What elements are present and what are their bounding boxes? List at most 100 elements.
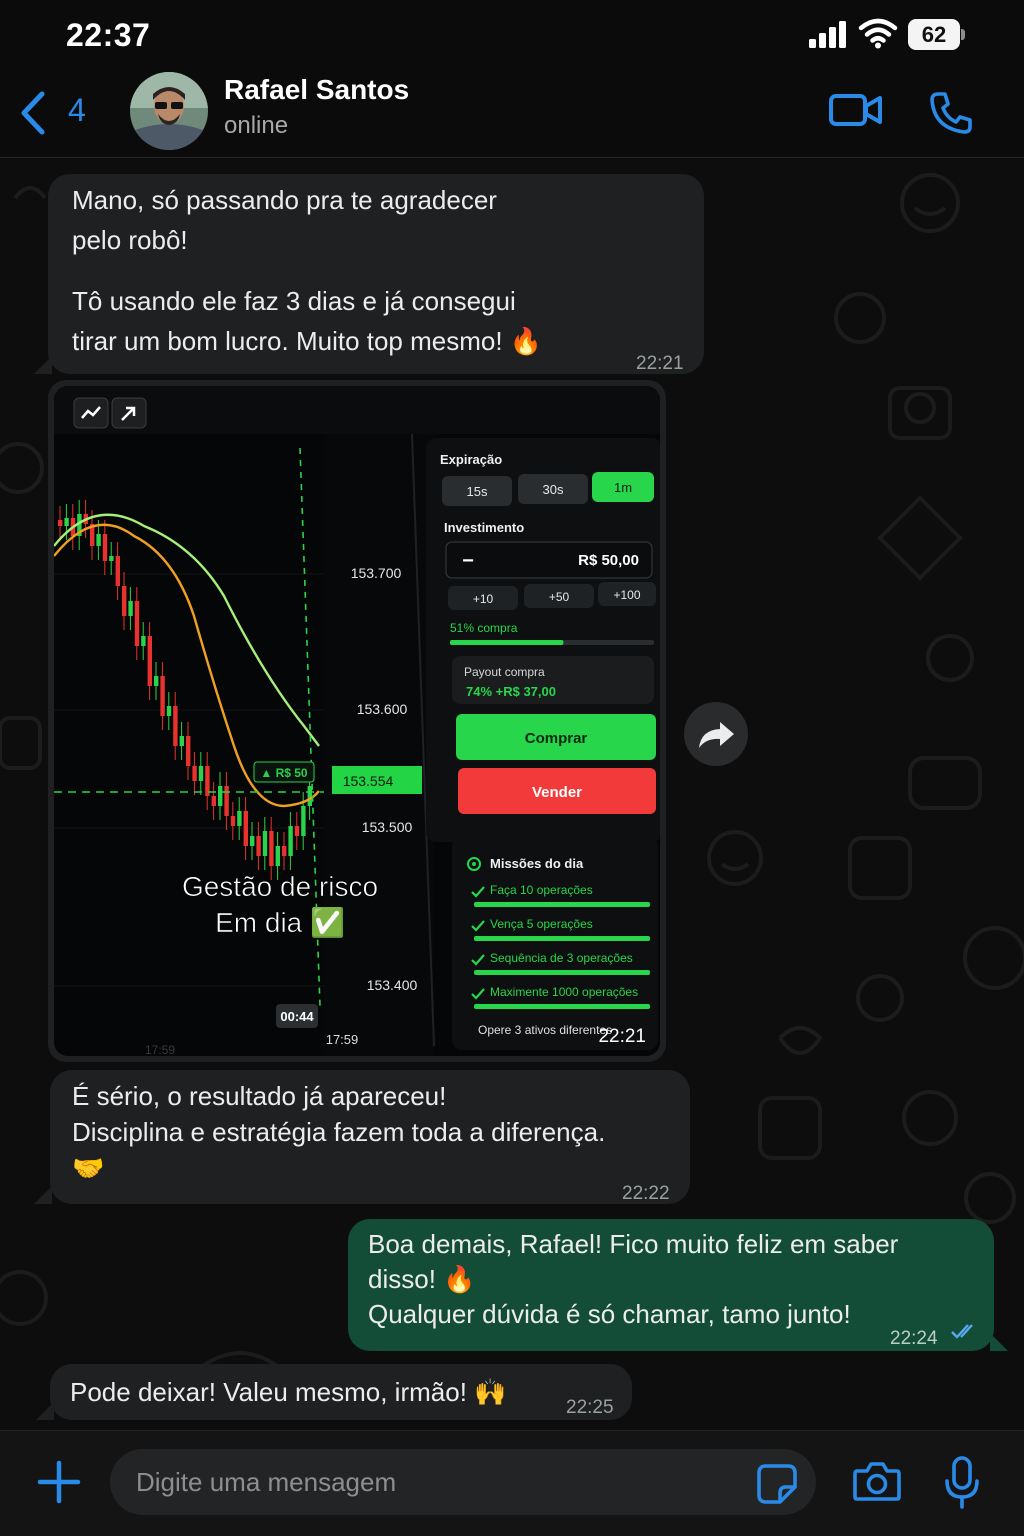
cellular-signal-icon xyxy=(809,21,846,48)
price-label: 153.600 xyxy=(357,701,408,717)
voice-call-button[interactable] xyxy=(928,90,974,141)
investimento-label: Investimento xyxy=(444,520,524,535)
mission-item: Maximente 1000 operações xyxy=(490,985,638,999)
avatar[interactable] xyxy=(130,72,208,150)
mission-item: Vença 5 operações xyxy=(490,917,593,931)
overlay-caption: Gestão de risco xyxy=(182,871,378,902)
expiracao-option: 30s xyxy=(543,482,564,497)
message-time: 22:21 xyxy=(636,353,684,374)
countdown-timer: 00:44 xyxy=(280,1009,314,1024)
time-label: 17:59 xyxy=(326,1032,359,1047)
expiracao-option: 15s xyxy=(467,484,488,499)
message-bubble-outgoing[interactable]: Boa demais, Rafael! Fico muito feliz em … xyxy=(348,1219,994,1351)
candle-body xyxy=(173,706,178,746)
message-composer xyxy=(0,1430,1024,1536)
overlay-caption: Em dia ✅ xyxy=(215,906,345,939)
time-label: 17:59 xyxy=(145,1043,175,1056)
bubble-tail xyxy=(36,1402,54,1420)
candle-body xyxy=(301,806,306,836)
camera-button[interactable] xyxy=(852,1459,902,1508)
candle-body xyxy=(288,826,293,856)
bubble-tail xyxy=(34,356,52,374)
message-bubble-incoming[interactable]: Pode deixar! Valeu mesmo, irmão! 🙌 22:25 xyxy=(50,1364,632,1420)
candle-body xyxy=(256,836,261,856)
price-label: 153.500 xyxy=(362,819,413,835)
message-time: 22:22 xyxy=(622,1183,670,1204)
mission-progress-bar xyxy=(474,936,650,941)
read-receipt-icon xyxy=(951,1324,973,1339)
mission-progress-bar xyxy=(474,1004,650,1009)
chevron-left-icon xyxy=(21,91,45,135)
forward-button[interactable] xyxy=(684,702,748,766)
share-arrow-icon xyxy=(699,722,734,748)
mission-item: Sequência de 3 operações xyxy=(490,951,633,965)
message-input[interactable] xyxy=(110,1449,816,1515)
compra-percentage: 51% compra xyxy=(450,621,518,635)
candle-body xyxy=(192,766,197,781)
candle-body xyxy=(275,846,280,866)
candle-body xyxy=(179,736,184,746)
candle-body xyxy=(166,706,172,716)
payout-value: 74% +R$ 37,00 xyxy=(466,684,556,699)
trading-screenshot[interactable]: ▲ R$ 50 153.554 153.700 153.600 153.500 … xyxy=(54,386,660,1056)
candle-body xyxy=(262,831,268,856)
trading-chart: ▲ R$ 50 153.554 153.700 153.600 153.500 … xyxy=(54,386,660,1056)
chat-header: 4 Rafael Santos online xyxy=(0,70,1024,158)
message-time: 22:21 xyxy=(598,1026,646,1047)
sticker-button[interactable] xyxy=(756,1463,798,1510)
chat-area[interactable]: Mano, só passando pra te agradecer pelo … xyxy=(0,158,1024,1430)
status-time: 22:37 xyxy=(66,17,151,53)
candle-body xyxy=(307,786,312,806)
candle-body xyxy=(141,636,146,646)
expiracao-label: Expiração xyxy=(440,452,502,467)
phone-icon xyxy=(930,92,972,134)
video-camera-icon xyxy=(829,94,882,126)
candle-body xyxy=(122,586,127,616)
battery-level: 62 xyxy=(921,22,947,47)
candle-body xyxy=(186,736,191,766)
mission-item: Faça 10 operações xyxy=(490,883,593,897)
candle-body xyxy=(154,676,159,686)
contact-name[interactable]: Rafael Santos xyxy=(224,74,409,106)
decrease-button: − xyxy=(462,550,474,572)
candle-body xyxy=(269,831,274,866)
contact-status: online xyxy=(224,112,289,139)
candle-body xyxy=(115,556,120,586)
message-text: É sério, o resultado já apareceu! Discip… xyxy=(72,1081,606,1183)
microphone-icon xyxy=(945,1456,979,1509)
candle-body xyxy=(198,766,204,781)
message-bubble-incoming[interactable]: Mano, só passando pra te agradecer pelo … xyxy=(48,174,704,374)
quick-add-button: +50 xyxy=(549,590,570,604)
message-text: Mano, só passando pra te agradecer pelo … xyxy=(72,185,543,356)
candle-body xyxy=(109,556,114,561)
candle-body xyxy=(282,846,287,856)
status-bar: 22:37 62 xyxy=(0,0,1024,70)
candle-body xyxy=(58,520,63,526)
candle-body xyxy=(230,816,236,826)
back-button[interactable]: 4 xyxy=(18,88,98,138)
candle-body xyxy=(147,636,152,686)
attach-button[interactable] xyxy=(36,1459,82,1510)
candle-body xyxy=(102,534,108,561)
bubble-tail xyxy=(990,1333,1008,1351)
price-label: 153.400 xyxy=(367,977,418,993)
trade-marker: ▲ R$ 50 xyxy=(260,766,308,780)
camera-icon xyxy=(853,1462,901,1501)
mission-progress-bar xyxy=(474,902,650,907)
price-label: 153.554 xyxy=(343,773,394,789)
video-call-button[interactable] xyxy=(828,90,884,135)
candle-body xyxy=(250,836,255,846)
candle-body xyxy=(237,811,242,826)
sell-button: Vender xyxy=(532,784,582,801)
investment-amount: R$ 50,00 xyxy=(578,552,639,569)
buy-button: Comprar xyxy=(525,730,588,747)
message-bubble-incoming[interactable]: É sério, o resultado já apareceu! Discip… xyxy=(50,1070,690,1204)
plus-icon xyxy=(37,1460,81,1504)
microphone-button[interactable] xyxy=(942,1455,982,1516)
image-message[interactable]: ▲ R$ 50 153.554 153.700 153.600 153.500 … xyxy=(48,380,666,1062)
candle-body xyxy=(294,826,300,836)
candle-body xyxy=(64,518,69,526)
expiracao-option: 1m xyxy=(614,480,632,495)
bubble-tail xyxy=(34,1186,52,1204)
missions-title: Missões do dia xyxy=(490,856,584,871)
